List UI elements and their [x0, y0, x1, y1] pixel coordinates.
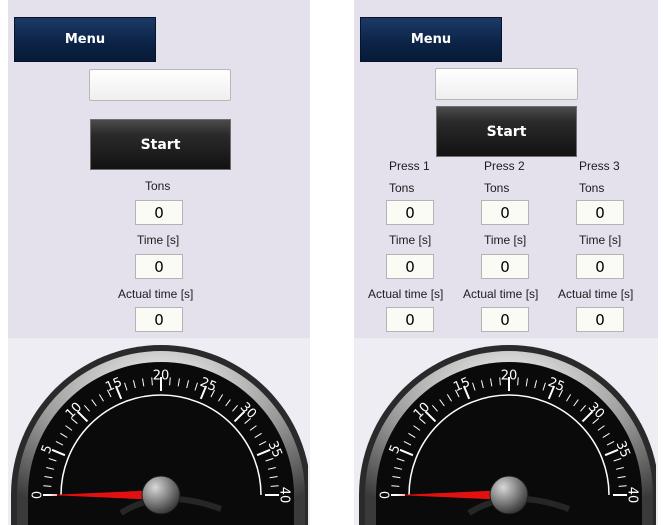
press-3-label: Press 3: [579, 159, 620, 173]
menu-button[interactable]: Menu: [14, 17, 156, 62]
gauge-tick-label: 40: [625, 487, 640, 504]
time-label: Time [s]: [137, 233, 180, 247]
press-2-tons-value: 0: [481, 200, 529, 225]
speed-gauge: 051015 20 25303540: [359, 345, 656, 525]
press-2-label: Press 2: [484, 159, 525, 173]
start-button[interactable]: Start: [90, 119, 231, 170]
press-1-time-value: 0: [386, 254, 434, 279]
time-value: 0: [135, 254, 183, 279]
press-3-tons-label: Tons: [579, 181, 605, 195]
gauge-hub: [489, 475, 529, 515]
gauge-tick-label: 40: [277, 487, 292, 504]
tons-label: Tons: [145, 179, 171, 193]
right-panel: Menu Start Press 1 Tons 0 Time [s] 0 Act…: [354, 0, 658, 525]
gauge-tick-label: 0: [379, 491, 394, 499]
gauge-tick-label: 20: [501, 369, 518, 384]
gauge-tick-label: 20: [153, 369, 170, 384]
start-button[interactable]: Start: [436, 106, 577, 157]
press-3-time-label: Time [s]: [579, 233, 622, 247]
press-2-time-label: Time [s]: [484, 233, 527, 247]
left-panel: Menu Start Tons 0 Time [s] 0 Actual time…: [8, 0, 310, 525]
press-2-tons-label: Tons: [484, 181, 510, 195]
code-input[interactable]: [435, 68, 578, 100]
press-1-actual-label: Actual time [s]: [368, 287, 444, 301]
gauge-tick: [391, 485, 400, 487]
gauge-tick: [169, 377, 171, 386]
press-3-actual-value: 0: [576, 307, 624, 332]
press-1-time-label: Time [s]: [389, 233, 432, 247]
press-1-tons-label: Tons: [389, 181, 415, 195]
gauge-hub: [141, 475, 181, 515]
code-input[interactable]: [89, 69, 231, 101]
press-3-tons-value: 0: [576, 200, 624, 225]
menu-button[interactable]: Menu: [360, 17, 502, 62]
press-2-actual-value: 0: [481, 307, 529, 332]
press-1-tons-value: 0: [386, 200, 434, 225]
press-3-time-value: 0: [576, 254, 624, 279]
gauge-tick: [43, 485, 52, 487]
press-1-label: Press 1: [389, 159, 430, 173]
actual-time-label: Actual time [s]: [118, 287, 194, 301]
gauge-tick: [517, 377, 519, 386]
actual-time-value: 0: [135, 307, 183, 332]
tons-value: 0: [135, 200, 183, 225]
press-2-time-value: 0: [481, 254, 529, 279]
press-2-actual-label: Actual time [s]: [463, 287, 539, 301]
press-3-actual-label: Actual time [s]: [558, 287, 634, 301]
gauge-tick-label: 0: [31, 491, 46, 499]
speed-gauge: 051015 20 25303540: [11, 345, 308, 525]
press-1-actual-value: 0: [386, 307, 434, 332]
